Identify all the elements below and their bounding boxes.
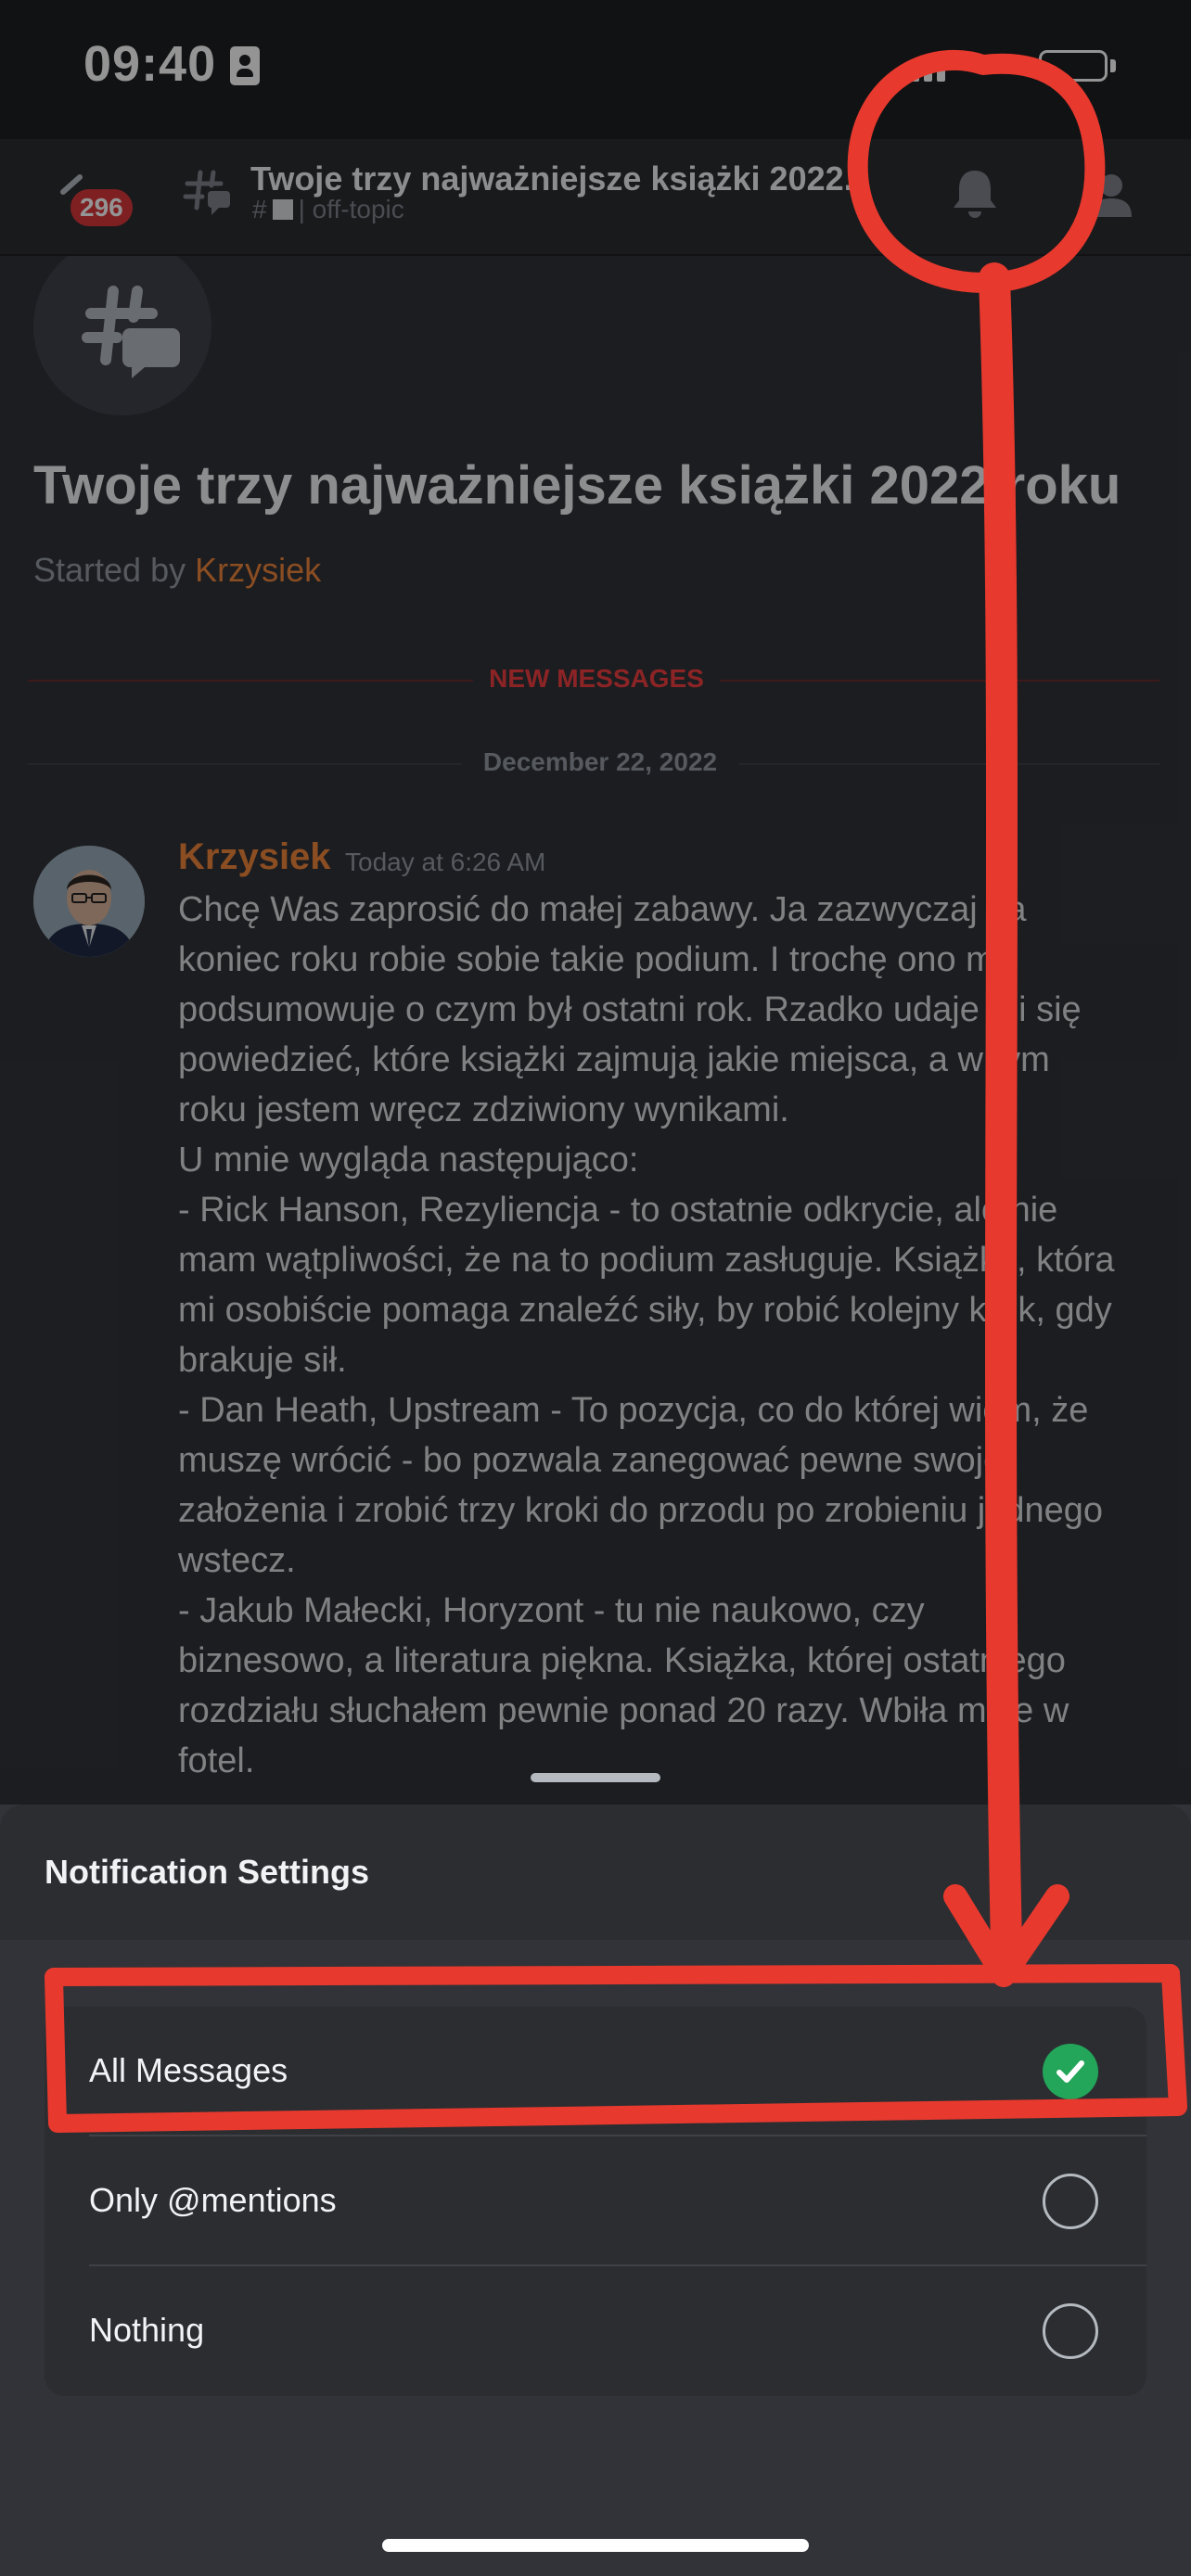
option-nothing[interactable]: Nothing [45, 2266, 1146, 2396]
checkmark-selected-icon[interactable] [1043, 2044, 1098, 2099]
option-label: Nothing [89, 2311, 205, 2349]
option-all-messages[interactable]: All Messages [45, 2007, 1146, 2136]
modal-backdrop[interactable] [0, 0, 1191, 1804]
option-label: Only @mentions [89, 2181, 337, 2219]
radio-unselected-icon[interactable] [1043, 2303, 1098, 2359]
sheet-drag-handle[interactable] [531, 1773, 660, 1782]
sheet-title: Notification Settings [45, 1853, 369, 1891]
home-indicator[interactable] [382, 2539, 809, 2552]
radio-unselected-icon[interactable] [1043, 2174, 1098, 2229]
option-only-mentions[interactable]: Only @mentions [45, 2136, 1146, 2266]
option-label: All Messages [89, 2051, 288, 2089]
notification-options: All Messages Only @mentions Nothing [45, 2007, 1146, 2396]
